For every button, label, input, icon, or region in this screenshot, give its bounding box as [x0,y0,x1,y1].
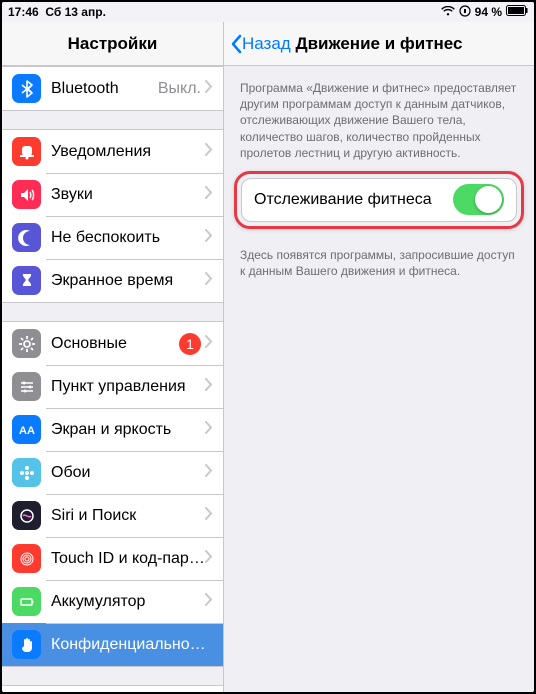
status-time: 17:46 [8,5,39,19]
highlight-callout: Отслеживание фитнеса [234,171,524,229]
sidebar-item-label: Siri и Поиск [51,507,205,525]
svg-text:AA: AA [19,425,35,437]
status-date: Сб 13 апр. [45,5,106,19]
detail-header: Назад Движение и фитнес [224,22,534,66]
back-label: Назад [242,34,291,54]
chevron-right-icon [205,186,213,204]
sliders-icon [12,372,41,401]
sidebar-item-value: Выкл. [158,80,201,98]
sidebar-item-general[interactable]: Основные1 [2,322,223,365]
sidebar-item-label: Не беспокоить [51,229,205,247]
sidebar-item-battery[interactable]: Аккумулятор [2,580,223,623]
sidebar-scroll[interactable]: BluetoothВыкл. Уведомления Звуки Не беспоко… [2,66,223,692]
sidebar-item-privacy[interactable]: Конфиденциальность [2,623,223,666]
sidebar-item-wallpaper[interactable]: Обои [2,451,223,494]
battery-icon [506,5,528,19]
hourglass-icon [12,266,41,295]
back-button[interactable]: Назад [224,34,291,54]
chevron-right-icon [205,378,213,396]
sidebar-item-label: Экран и яркость [51,421,205,439]
chevron-right-icon [205,143,213,161]
aa-icon: AA [12,415,41,444]
hand-icon [12,630,41,659]
chevron-right-icon [205,593,213,611]
chevron-right-icon [205,550,213,568]
sidebar-item-sounds[interactable]: Звуки [2,173,223,216]
bluetooth-icon [12,74,41,103]
sidebar-item-label: Уведомления [51,143,205,161]
chevron-right-icon [205,272,213,290]
chevron-right-icon [205,335,213,353]
sidebar-item-display[interactable]: AA Экран и яркость [2,408,223,451]
sidebar-item-label: Экранное время [51,272,205,290]
battery-icon [12,587,41,616]
sidebar-item-itunes[interactable]: AiTunes Store и App Store [2,686,223,692]
sidebar-item-dnd[interactable]: Не беспокоить [2,216,223,259]
chevron-right-icon [205,229,213,247]
bell-icon [12,137,41,166]
device-frame: 17:46 Сб 13 апр. 94 % Настройки Bluetoot… [0,0,536,694]
flower-icon [12,458,41,487]
fitness-tracking-label: Отслеживание фитнеса [254,191,453,209]
sidebar-item-notifications[interactable]: Уведомления [2,130,223,173]
caption-bottom: Здесь появятся программы, запросившие до… [224,233,534,285]
chevron-left-icon [230,34,242,54]
chevron-right-icon [205,507,213,525]
sidebar-item-label: Основные [51,335,179,353]
sidebar-item-touchid[interactable]: Touch ID и код-пароль [2,537,223,580]
sidebar-item-label: Аккумулятор [51,593,205,611]
badge: 1 [179,333,201,355]
siri-icon [12,501,41,530]
sidebar-item-control[interactable]: Пункт управления [2,365,223,408]
detail-pane: Назад Движение и фитнес Программа «Движе… [224,22,534,692]
sidebar-item-label: Обои [51,464,205,482]
sidebar-item-label: Звуки [51,186,205,204]
moon-icon [12,223,41,252]
sidebar-item-screentime[interactable]: Экранное время [2,259,223,302]
switch-knob [475,186,502,213]
sidebar-item-bluetooth[interactable]: BluetoothВыкл. [2,67,223,110]
chevron-right-icon [205,421,213,439]
sidebar-item-siri[interactable]: Siri и Поиск [2,494,223,537]
chevron-right-icon [205,80,213,98]
orientation-lock-icon [459,5,471,20]
finger-icon [12,544,41,573]
wifi-icon [441,5,455,19]
speaker-icon [12,180,41,209]
sidebar-item-label: Touch ID и код-пароль [51,550,205,568]
settings-sidebar: Настройки BluetoothВыкл. Уведомления Звуки… [2,22,224,692]
sidebar-item-label: Конфиденциальность [51,636,213,654]
sidebar-title: Настройки [2,22,223,66]
caption-top: Программа «Движение и фитнес» предоставл… [224,66,534,167]
sidebar-item-label: Bluetooth [51,80,158,98]
chevron-right-icon [205,464,213,482]
sidebar-item-label: Пункт управления [51,378,205,396]
battery-percent: 94 % [475,5,502,19]
fitness-tracking-switch[interactable] [453,184,504,215]
status-bar: 17:46 Сб 13 апр. 94 % [2,2,534,22]
fitness-tracking-row[interactable]: Отслеживание фитнеса [241,178,517,222]
gear-icon [12,329,41,358]
